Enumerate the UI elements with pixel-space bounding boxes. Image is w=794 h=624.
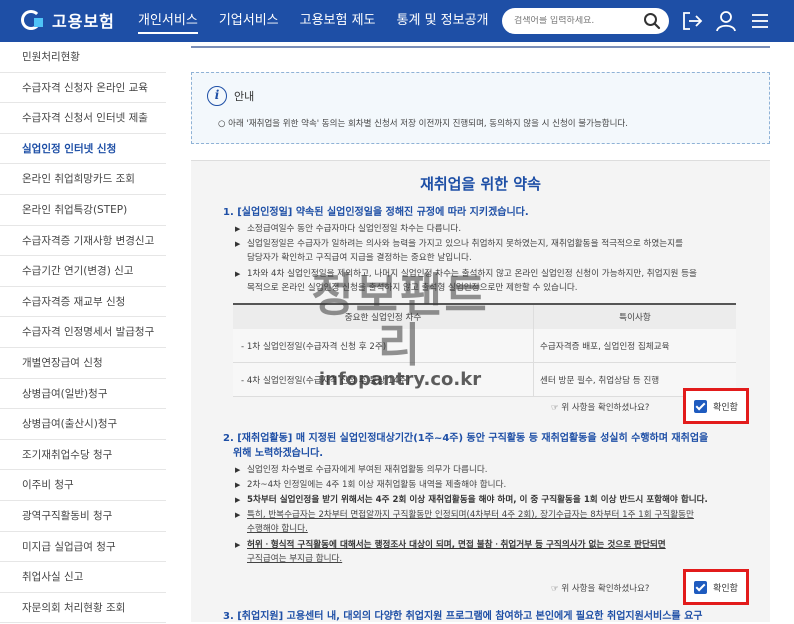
logo-icon xyxy=(20,7,46,33)
section-1-heading: 1. [실업인정일] 약속된 실업인정일을 정해진 규정에 따라 지키겠습니다. xyxy=(223,207,529,218)
recognition-table: 중요한 실업인정 차수 특이사항 - 1차 실업인정일(수급자격 신청 후 2주… xyxy=(233,303,736,397)
sidebar-item-unemployment-recognition[interactable]: 실업인정 인터넷 신청 xyxy=(0,134,166,165)
sidebar-item-wide-area-job[interactable]: 광역구직활동비 청구 xyxy=(0,501,166,532)
sidebar: 민원처리현황 수급자격 신청자 온라인 교육 수급자격 신청서 인터넷 제출 실… xyxy=(0,42,166,624)
table-row: - 1차 실업인정일(수급자격 신청 후 2주) 수급자격증 배포, 실업인정 … xyxy=(233,329,736,363)
sidebar-item-sickness-childbirth[interactable]: 상병급여(출산시)청구 xyxy=(0,409,166,440)
top-navigation-bar: 고용보험 개인서비스 기업서비스 고용보험 제도 통계 및 정보공개 xyxy=(0,0,794,42)
table-row: - 4차 실업인정일(수급자격 신청 후 통상 14주) 센터 방문 필수, 취… xyxy=(233,363,736,397)
list-item: 2차~4차 인정일에는 4주 1회 이상 재취업활동 내역을 제출해야 합니다. xyxy=(235,478,755,492)
site-logo[interactable]: 고용보험 xyxy=(20,7,115,33)
sidebar-item-statement[interactable]: 수급자격 인정명세서 발급청구 xyxy=(0,317,166,348)
notice-text: ○ 아래 '재취업을 위한 약속' 동의는 회차별 신청서 저장 이전까지 진행… xyxy=(218,119,628,129)
table-header: 중요한 실업인정 차수 특이사항 xyxy=(233,303,736,329)
hamburger-menu-icon[interactable] xyxy=(748,9,772,33)
menu-personal-service[interactable]: 개인서비스 xyxy=(138,0,198,42)
list-item: 소정급여일수 동안 수급자마다 실업인정일 차수는 다릅니다. xyxy=(235,222,755,236)
menu-statistics[interactable]: 통계 및 정보공개 xyxy=(397,0,489,42)
confirm-checkbox-2[interactable]: 확인함 xyxy=(683,569,749,605)
list-item: 허위ㆍ형식적 구직활동에 대해서는 행정조사 대상이 되며, 면접 불참ㆍ취업거… xyxy=(235,538,755,566)
pledge-panel: 재취업을 위한 약속 1. [실업인정일] 약속된 실업인정일을 정해진 규정에… xyxy=(191,160,770,622)
sidebar-item-early-reemployment[interactable]: 조기재취업수당 청구 xyxy=(0,440,166,471)
checkbox-checked-icon xyxy=(694,399,708,413)
sidebar-item-employment-report[interactable]: 취업사실 신고 xyxy=(0,562,166,593)
logout-icon[interactable] xyxy=(680,9,704,33)
pledge-title: 재취업을 위한 약속 xyxy=(420,175,541,193)
main-menu: 개인서비스 기업서비스 고용보험 제도 통계 및 정보공개 xyxy=(138,0,510,42)
search-icon[interactable] xyxy=(643,12,661,30)
confirm-label: 확인함 xyxy=(713,402,738,413)
menu-business-service[interactable]: 기업서비스 xyxy=(219,0,279,42)
sidebar-item-unpaid-benefit[interactable]: 미지급 실업급여 청구 xyxy=(0,532,166,563)
sidebar-item-extended-benefit[interactable]: 개별연장급여 신청 xyxy=(0,348,166,379)
sidebar-item-advisory-status[interactable]: 자문의회 처리현황 조회 xyxy=(0,593,166,624)
sidebar-item-internet-submission[interactable]: 수급자격 신청서 인터넷 제출 xyxy=(0,103,166,134)
table-header-cell: 중요한 실업인정 차수 xyxy=(344,313,422,323)
sidebar-item-step[interactable]: 온라인 취업특강(STEP) xyxy=(0,195,166,226)
confirm-label: 확인함 xyxy=(713,583,738,594)
sidebar-item-extension[interactable]: 수급기간 연기(변경) 신고 xyxy=(0,256,166,287)
notice-title: 안내 xyxy=(234,90,255,103)
table-header-cell: 특이사항 xyxy=(533,305,736,329)
list-item: 실업일정일은 수급자가 일하려는 의사와 능력을 가지고 있으나 취업하지 못하… xyxy=(235,237,755,265)
list-item: 1차와 4차 실업인정일을 제외하고, 나머지 실업인정 차수는 출석하지 않고… xyxy=(235,267,755,295)
confirm-checkbox-1[interactable]: 확인함 xyxy=(683,388,749,424)
sidebar-item-job-card[interactable]: 온라인 취업희망카드 조회 xyxy=(0,164,166,195)
table-cell: 수급자격증 배포, 실업인정 집체교육 xyxy=(533,329,736,362)
user-icon[interactable] xyxy=(714,9,738,33)
sidebar-item-reissue[interactable]: 수급자격증 재교부 신청 xyxy=(0,287,166,318)
sidebar-item-relocation[interactable]: 이주비 청구 xyxy=(0,470,166,501)
divider xyxy=(191,46,770,48)
logo-text: 고용보험 xyxy=(52,12,115,31)
search-input[interactable] xyxy=(514,16,634,26)
sidebar-item-online-education[interactable]: 수급자격 신청자 온라인 교육 xyxy=(0,73,166,104)
list-item: 5차부터 실업인정을 받기 위해서는 4주 2회 이상 재취업활동을 해야 하며… xyxy=(235,493,755,507)
search-box xyxy=(502,8,669,34)
main-content: i 안내 ○ 아래 '재취업을 위한 약속' 동의는 회차별 신청서 저장 이전… xyxy=(191,42,770,622)
confirm-question-1: ☞ 위 사항을 확인하셨나요? xyxy=(551,403,650,413)
notice-box: i 안내 ○ 아래 '재취업을 위한 약속' 동의는 회차별 신청서 저장 이전… xyxy=(191,72,770,144)
confirm-question-2: ☞ 위 사항을 확인하셨나요? xyxy=(551,584,650,594)
list-item: 실업인정 차수별로 수급자에게 부여된 재취업활동 의무가 다릅니다. xyxy=(235,463,755,477)
table-cell: - 1차 실업인정일(수급자격 신청 후 2주) xyxy=(241,341,387,352)
sidebar-item-change-report[interactable]: 수급자격증 기재사항 변경신고 xyxy=(0,226,166,257)
sidebar-item-sickness-general[interactable]: 상병급여(일반)청구 xyxy=(0,379,166,410)
sidebar-item-complaint-status[interactable]: 민원처리현황 xyxy=(0,42,166,73)
table-cell: - 4차 실업인정일(수급자격 신청 후 통상 14주) xyxy=(241,375,411,386)
list-item: 특히, 반복수급자는 2차부터 면접알까지 구직활동만 인정되며(4차부터 4주… xyxy=(235,508,755,536)
checkbox-checked-icon xyxy=(694,580,708,594)
section-2-heading: 2. [재취업활동] 매 지정된 실업인정대상기간(1주~4주) 동안 구직활동… xyxy=(223,433,709,459)
menu-insurance-system[interactable]: 고용보험 제도 xyxy=(300,0,376,42)
info-icon: i xyxy=(207,86,227,106)
